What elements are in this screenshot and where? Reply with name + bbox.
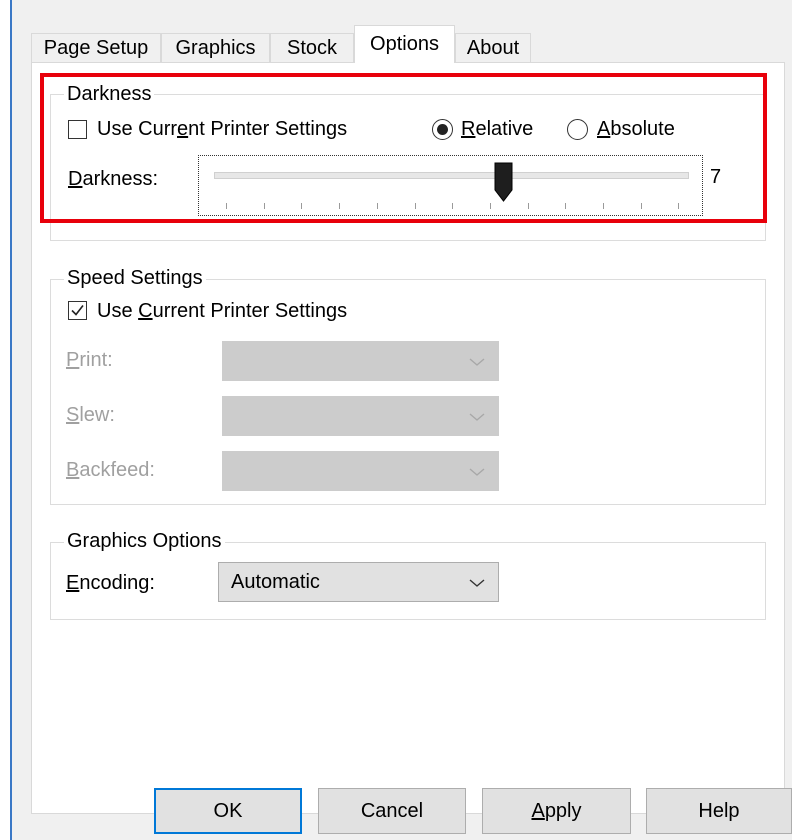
chevron-down-icon [469, 579, 485, 587]
tab-about[interactable]: About [455, 33, 531, 62]
print-label: Print: [66, 349, 113, 371]
cancel-label: Cancel [360, 799, 424, 822]
graphics-options-title: Graphics Options [64, 530, 225, 552]
tab-options[interactable]: Options [354, 25, 455, 63]
apply-label: Apply [531, 799, 582, 822]
speed-use-current-label: Use Current Printer Settings [97, 300, 348, 322]
window-border [10, 0, 12, 840]
encoding-select[interactable]: Automatic [218, 562, 499, 602]
slew-speed-select[interactable] [222, 396, 499, 436]
chevron-down-icon [469, 413, 485, 421]
help-label: Help [698, 799, 740, 822]
tab-stock[interactable]: Stock [270, 33, 354, 62]
encoding-value: Automatic [231, 571, 320, 593]
tab-page-setup[interactable]: Page Setup [31, 33, 161, 62]
slew-label: Slew: [66, 404, 115, 426]
ok-button[interactable]: OK [154, 788, 302, 834]
speed-settings-title: Speed Settings [64, 267, 206, 289]
cancel-button[interactable]: Cancel [318, 788, 466, 834]
print-speed-select[interactable] [222, 341, 499, 381]
tab-label: Graphics [175, 36, 256, 59]
tab-label: About [466, 36, 520, 59]
tab-label: Page Setup [43, 36, 149, 59]
speed-use-current-checkbox[interactable] [68, 301, 87, 320]
tab-label: Stock [286, 36, 338, 59]
tab-label: Options [370, 33, 439, 55]
ok-label: OK [213, 799, 243, 822]
apply-button[interactable]: Apply [482, 788, 631, 834]
tab-graphics[interactable]: Graphics [161, 33, 270, 62]
highlight-box [40, 73, 767, 223]
checkmark-icon [71, 305, 84, 316]
backfeed-speed-select[interactable] [222, 451, 499, 491]
encoding-label: Encoding: [66, 572, 155, 594]
help-button[interactable]: Help [646, 788, 792, 834]
backfeed-label: Backfeed: [66, 459, 155, 481]
chevron-down-icon [469, 468, 485, 476]
chevron-down-icon [469, 358, 485, 366]
